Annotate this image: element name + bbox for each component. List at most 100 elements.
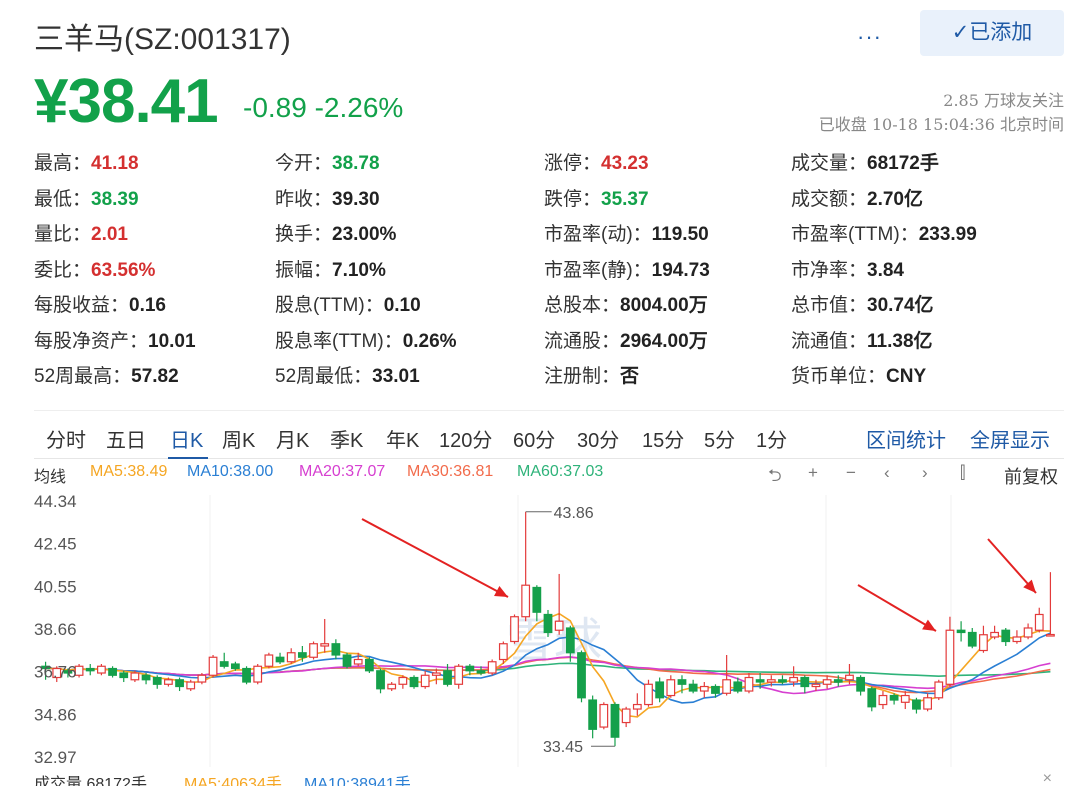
- quote-item: 市盈率(动)：119.50: [544, 219, 709, 246]
- candle-down: [119, 672, 129, 679]
- candle-down: [532, 586, 542, 613]
- tab-9[interactable]: 30分: [577, 424, 619, 453]
- candle-down: [465, 665, 475, 672]
- candle-down: [711, 685, 720, 694]
- quote-value: 35.37: [601, 188, 649, 210]
- quote-item: 市盈率(TTM)：233.99: [791, 219, 977, 246]
- y-tick-label: 40.55: [34, 577, 77, 596]
- quote-label: 股息(TTM)：: [275, 295, 384, 316]
- quote-value: 0.10: [383, 295, 421, 316]
- quote-label: 市净率：: [791, 259, 868, 281]
- quote-label: 最低：: [34, 188, 92, 210]
- chart-panel: 分时 五日 日K 周K 月K 季K 年K 120分 60分 30分 15分 5分 1分 区间统计 全屏显示 …: [34, 410, 1064, 786]
- volume-label: 成交量 68172手: [34, 776, 147, 786]
- tab-5[interactable]: 季K: [330, 424, 363, 453]
- quote-label: 市盈率(动)：: [544, 224, 652, 245]
- quote-item: 股息(TTM)：0.10: [275, 290, 421, 317]
- candle-down: [967, 631, 977, 647]
- quote-label: 52周最低：: [275, 366, 373, 387]
- quote-value: 30.74亿: [867, 295, 934, 316]
- quote-label: 昨收：: [275, 188, 333, 210]
- ma-label: 均线: [34, 469, 67, 486]
- close-time: 已收盘 10-18 15:04:36 北京时间: [818, 115, 1064, 134]
- zoom-out-icon[interactable]: −: [846, 463, 856, 483]
- candle-down: [543, 613, 553, 634]
- tab-4[interactable]: 月K: [276, 424, 309, 453]
- candle-down: [219, 661, 229, 667]
- candle-up: [945, 629, 955, 685]
- candle-down: [867, 688, 877, 708]
- candle-up: [878, 694, 888, 706]
- candle-up: [979, 634, 988, 652]
- tab-11[interactable]: 5分: [704, 424, 735, 453]
- candle-up: [286, 652, 296, 663]
- high-annotation: 43.86: [554, 505, 594, 522]
- candle-up: [722, 679, 732, 694]
- tab-1[interactable]: 五日: [106, 424, 146, 453]
- candle-up: [1023, 627, 1033, 638]
- volume-close-icon[interactable]: ×: [1043, 770, 1052, 786]
- quote-value: 233.99: [918, 224, 977, 245]
- quote-row: 最低：38.39 昨收：39.30 跌停：35.37 成交额：2.70亿: [34, 184, 1064, 214]
- candle-up: [554, 620, 564, 631]
- tab-8[interactable]: 60分: [513, 424, 555, 453]
- more-button[interactable]: ···: [857, 24, 882, 50]
- ma-value: MA5:38.49: [90, 463, 168, 480]
- candle-up: [644, 683, 653, 706]
- candle-up: [510, 616, 519, 643]
- tab-12[interactable]: 1分: [756, 424, 787, 453]
- quote-item: 注册制：否: [544, 361, 639, 388]
- y-tick-label: 32.97: [34, 748, 77, 767]
- kline-chart[interactable]: 雪球44.3442.4540.5538.6636.7634.8632.9743.…: [34, 487, 1064, 769]
- candle-up: [744, 676, 754, 692]
- candle-down: [476, 670, 486, 674]
- tab-10[interactable]: 15分: [642, 424, 684, 453]
- left-icon[interactable]: ‹: [884, 463, 890, 483]
- candle-down: [577, 652, 586, 699]
- tab-3[interactable]: 周K: [222, 424, 255, 453]
- ma-legend: 均线 前复权 MA5:38.49 MA10:38.00 MA20:37.07 MA30…: [34, 463, 1064, 487]
- candle-up: [387, 683, 397, 690]
- candle-down: [755, 679, 765, 683]
- candle-down: [588, 699, 598, 730]
- candle-down: [175, 679, 184, 688]
- tab-7[interactable]: 120分: [439, 424, 492, 453]
- quote-label: 流通股：: [544, 330, 621, 352]
- quote-value: 0.16: [129, 295, 166, 316]
- tab-2[interactable]: 日K: [170, 424, 203, 453]
- quote-value: 39.30: [332, 188, 380, 210]
- candle-up: [163, 679, 173, 685]
- quote-value: 23.00%: [332, 224, 397, 245]
- y-tick-label: 44.34: [34, 492, 77, 511]
- right-icon[interactable]: ›: [922, 463, 928, 483]
- candle-up: [599, 703, 609, 728]
- quote-item: 52周最低：33.01: [275, 361, 420, 388]
- candle-style-icon[interactable]: ⫿: [960, 463, 965, 483]
- quote-item: 换手：23.00%: [275, 219, 396, 246]
- candle-up: [130, 672, 140, 681]
- quote-item: 昨收：39.30: [275, 184, 380, 211]
- quote-label: 货币单位：: [791, 366, 887, 387]
- tab-0[interactable]: 分时: [46, 424, 86, 453]
- tab-6[interactable]: 年K: [386, 424, 419, 453]
- quote-item: 货币单位：CNY: [791, 361, 926, 388]
- candle-up: [1046, 633, 1055, 637]
- candle-down: [364, 658, 374, 672]
- zoom-in-icon[interactable]: +: [808, 463, 818, 483]
- adjust-button[interactable]: 前复权: [1004, 463, 1058, 489]
- quote-label: 量比：: [34, 224, 92, 245]
- quote-item: 最低：38.39: [34, 184, 139, 211]
- quote-label: 总股本：: [544, 295, 621, 316]
- fullscreen-link[interactable]: 全屏显示: [970, 424, 1050, 453]
- candle-down: [331, 643, 341, 656]
- added-watchlist-button[interactable]: ✓已添加: [920, 10, 1064, 56]
- candle-up: [420, 674, 430, 688]
- current-price: ¥38.41: [34, 67, 219, 136]
- quote-value: 10.01: [148, 330, 196, 352]
- range-stats-link[interactable]: 区间统计: [866, 424, 946, 453]
- quote-value: 11.38亿: [867, 330, 933, 352]
- quote-label: 股息率(TTM)：: [275, 330, 403, 352]
- ma-value: MA10:38.00: [187, 463, 274, 480]
- candle-up: [454, 665, 464, 685]
- quote-label: 市盈率(TTM)：: [791, 224, 919, 245]
